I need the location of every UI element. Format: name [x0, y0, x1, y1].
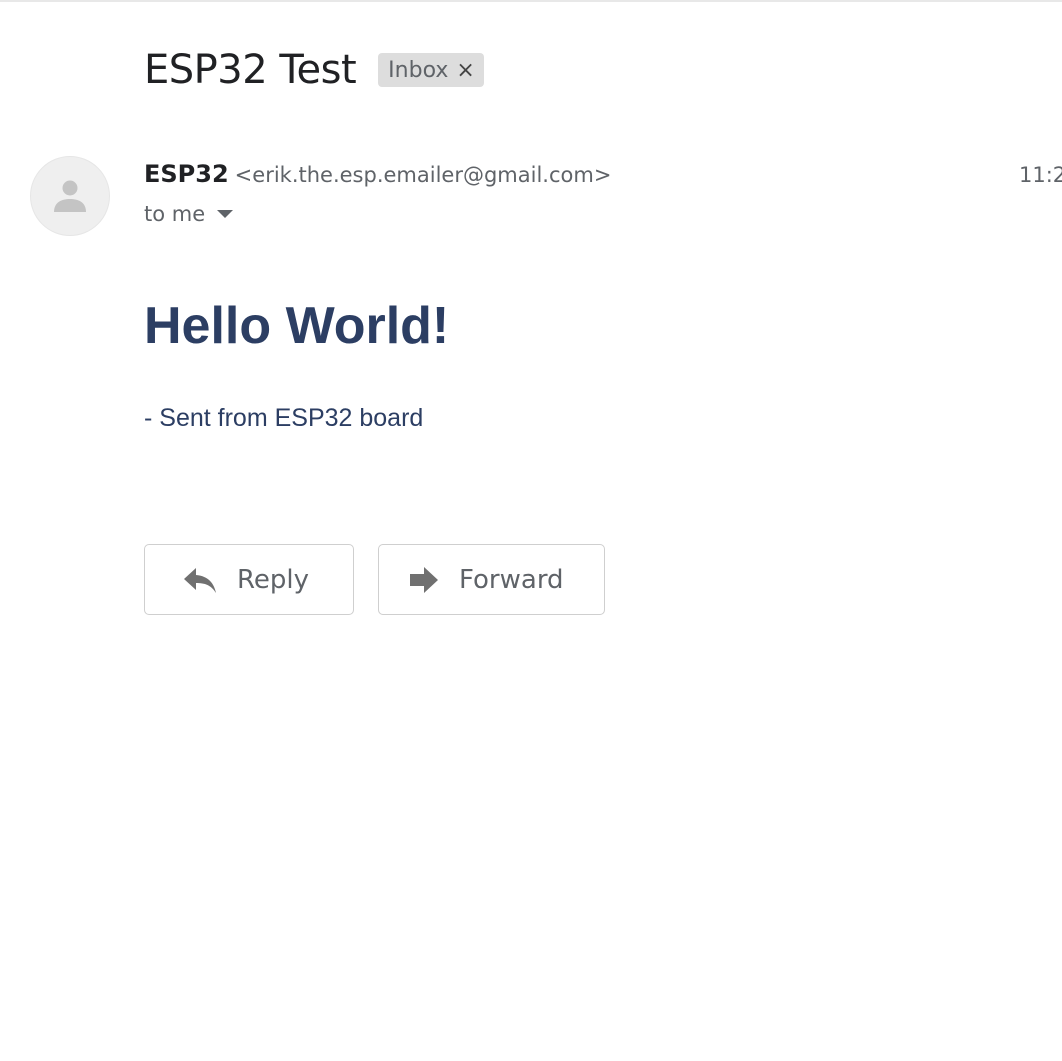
- forward-label: Forward: [459, 564, 564, 595]
- recipient-line: to me: [144, 202, 234, 226]
- remove-label-icon[interactable]: ×: [456, 58, 474, 83]
- reply-arrow-icon: [184, 567, 216, 593]
- top-divider: [0, 0, 1062, 2]
- person-icon: [54, 180, 86, 212]
- sender-name[interactable]: ESP32: [144, 160, 229, 188]
- message-time: 11:2: [1019, 163, 1062, 187]
- reply-button[interactable]: Reply: [144, 544, 354, 615]
- reply-label: Reply: [237, 564, 310, 595]
- body-signature: - Sent from ESP32 board: [144, 404, 424, 432]
- forward-button[interactable]: Forward: [378, 544, 605, 615]
- sender-email: <erik.the.esp.emailer@gmail.com>: [234, 163, 612, 187]
- email-subject: ESP32 Test: [144, 47, 357, 93]
- sender-line: ESP32 <erik.the.esp.emailer@gmail.com>: [144, 160, 611, 188]
- sender-avatar[interactable]: [30, 156, 110, 236]
- inbox-label-chip[interactable]: Inbox ×: [378, 53, 484, 87]
- caret-down-icon[interactable]: [217, 210, 234, 218]
- recipient-text: to me: [144, 202, 206, 226]
- subject-row: ESP32 Test Inbox ×: [144, 46, 484, 94]
- forward-arrow-icon: [410, 566, 438, 593]
- label-text: Inbox: [388, 57, 449, 83]
- body-heading: Hello World!: [144, 297, 450, 355]
